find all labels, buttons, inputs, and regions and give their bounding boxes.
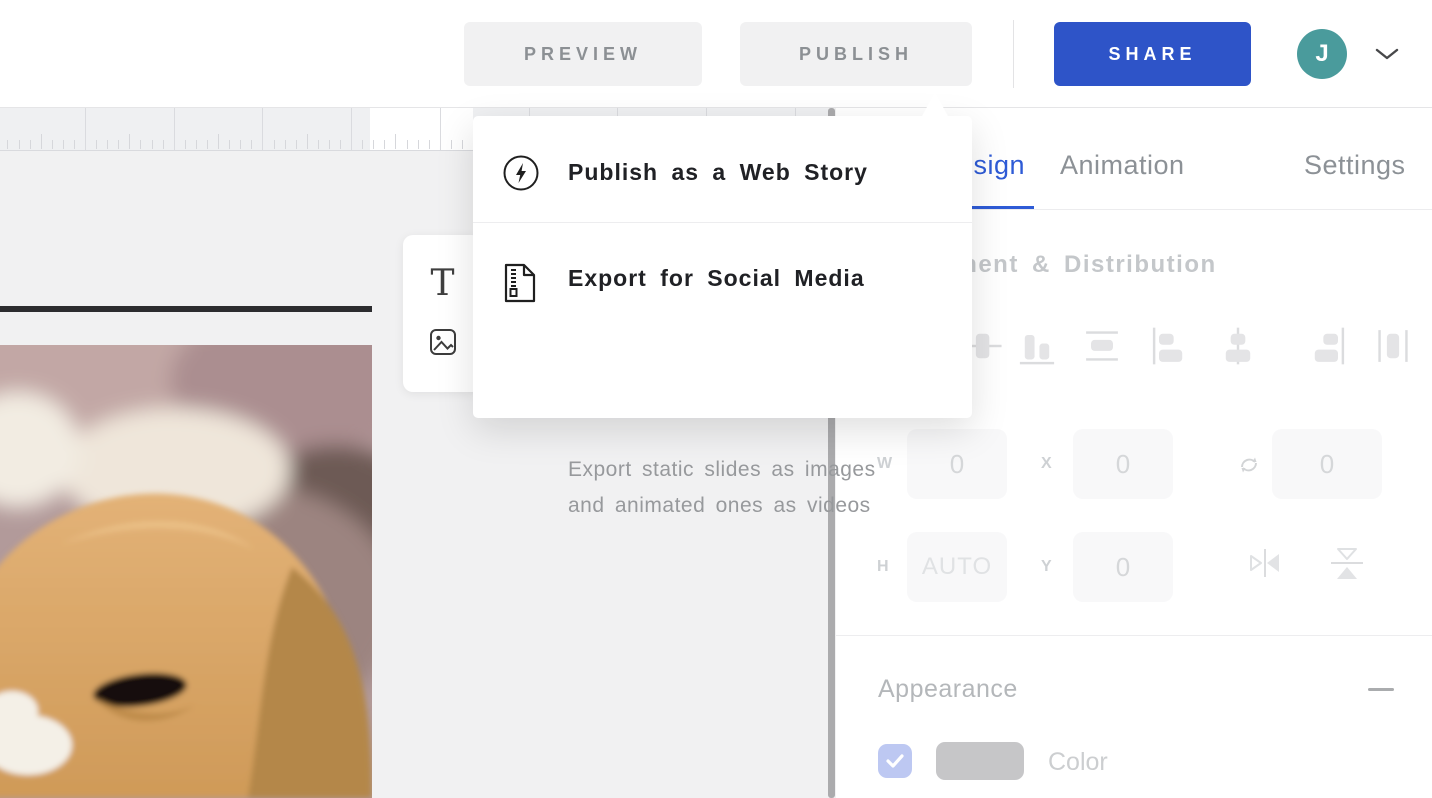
- ruler-page-range: [370, 108, 473, 151]
- x-field[interactable]: 0: [1073, 429, 1173, 499]
- avatar[interactable]: J: [1297, 29, 1347, 79]
- rotation-field[interactable]: 0: [1272, 429, 1382, 499]
- menu-item-title: Publish as a Web Story: [568, 159, 868, 186]
- preview-button[interactable]: PREVIEW: [464, 22, 702, 86]
- tab-settings[interactable]: Settings: [1304, 150, 1406, 181]
- tab-animation[interactable]: Animation: [1060, 150, 1185, 181]
- check-icon: [886, 754, 904, 768]
- flip-horizontal-icon[interactable]: [1244, 545, 1286, 586]
- zip-file-icon: [502, 262, 538, 309]
- menu-item-publish-web-story[interactable]: Publish as a Web Story: [473, 154, 972, 220]
- y-label: Y: [1041, 558, 1052, 576]
- chevron-down-icon[interactable]: [1374, 47, 1400, 66]
- flip-vertical-icon[interactable]: [1326, 541, 1368, 590]
- align-left-icon[interactable]: [1148, 324, 1192, 368]
- distribute-horizontal-icon[interactable]: [1371, 324, 1415, 368]
- menu-item-export-social[interactable]: Export for Social Media Export static sl…: [473, 260, 972, 400]
- color-swatch[interactable]: [936, 742, 1024, 780]
- text-tool-icon[interactable]: T: [430, 266, 454, 302]
- dropdown-caret: [921, 92, 949, 118]
- image-tool-icon[interactable]: [428, 327, 458, 362]
- canvas-divider-element[interactable]: [0, 306, 372, 312]
- color-label: Color: [1048, 748, 1108, 777]
- share-button[interactable]: SHARE: [1054, 22, 1251, 86]
- insert-toolbar: T: [403, 235, 482, 392]
- app-window: T Design Animation Settings Alignment & …: [0, 0, 1432, 798]
- height-label: H: [877, 558, 889, 576]
- publish-menu: Publish as a Web Story Ex: [473, 116, 972, 418]
- dog-photo[interactable]: [0, 345, 372, 798]
- height-field[interactable]: AUTO: [907, 532, 1007, 602]
- align-center-icon[interactable]: [1216, 324, 1260, 368]
- top-bar: PREVIEW PUBLISH SHARE J: [0, 0, 1432, 108]
- x-label: X: [1041, 455, 1052, 473]
- align-bottom-icon[interactable]: [1015, 324, 1059, 368]
- color-checkbox[interactable]: [878, 744, 912, 778]
- header-divider: [1013, 20, 1014, 88]
- menu-divider: [473, 222, 972, 223]
- align-right-icon[interactable]: [1305, 324, 1349, 368]
- section-divider: [836, 635, 1432, 636]
- publish-button[interactable]: PUBLISH: [740, 22, 972, 86]
- distribute-vertical-icon[interactable]: [1080, 324, 1124, 368]
- lightning-circle-icon: [502, 154, 540, 197]
- appearance-heading: Appearance: [878, 675, 1018, 704]
- menu-item-description: Export static slides as images and anima…: [568, 452, 948, 524]
- y-field[interactable]: 0: [1073, 532, 1173, 602]
- rotation-icon: [1238, 453, 1260, 482]
- collapse-section-icon[interactable]: [1368, 688, 1394, 691]
- menu-item-title: Export for Social Media: [568, 265, 865, 292]
